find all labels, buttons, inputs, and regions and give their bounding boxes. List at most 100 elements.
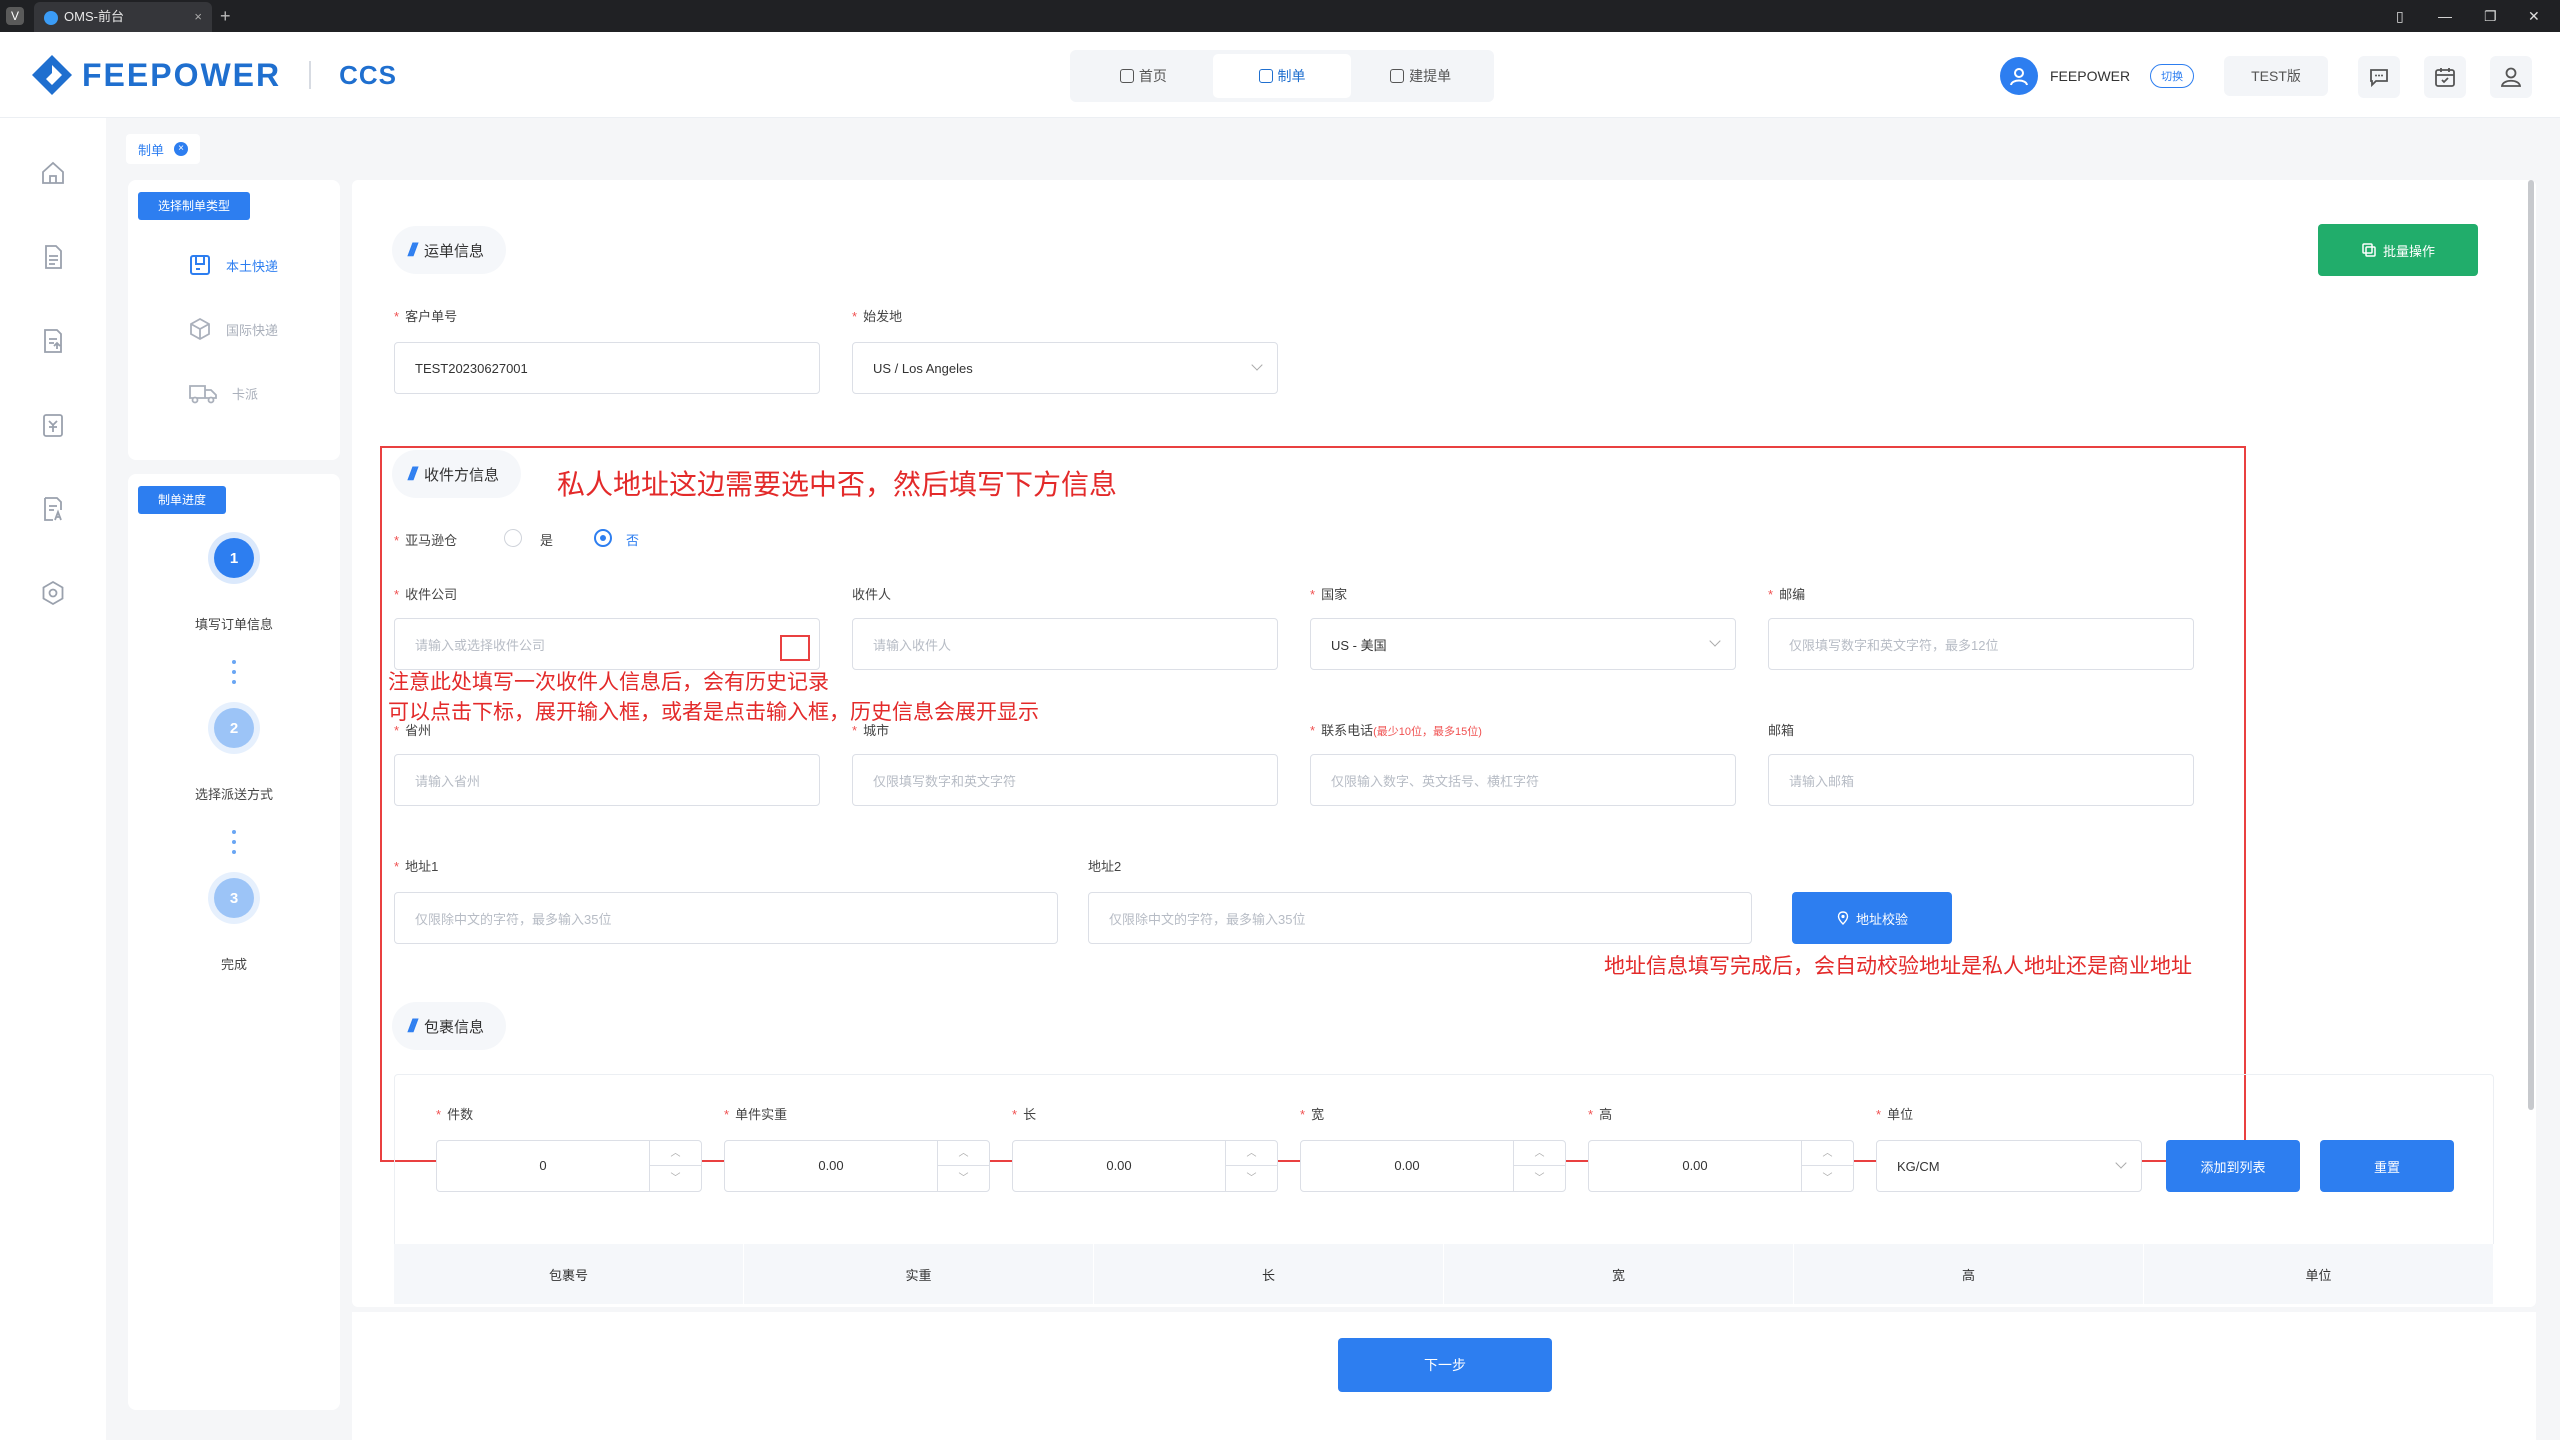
nav-create-bol-label: 建提单	[1409, 68, 1452, 84]
user-name: FEEPOWER	[2050, 68, 2131, 84]
document-icon[interactable]	[36, 240, 70, 274]
browser-tab[interactable]: OMS-前台 ×	[34, 2, 212, 32]
step-3-number: 3	[214, 878, 254, 918]
breadcrumb-close-icon[interactable]: ×	[174, 142, 189, 156]
annotation-title: 私人地址这边需要选中否，然后填写下方信息	[557, 469, 1118, 500]
step-1: 1	[208, 532, 260, 584]
home-icon[interactable]	[36, 156, 70, 190]
step-2: 2	[208, 702, 260, 754]
page-scrollbar[interactable]	[2528, 180, 2534, 1110]
step-connector	[231, 830, 237, 860]
batch-operation-button[interactable]: 批量操作	[2318, 224, 2478, 276]
grid-icon	[1119, 69, 1134, 83]
step-3-label: 完成	[220, 957, 247, 972]
type-local-express[interactable]: 本土快递	[188, 250, 278, 280]
settings-icon[interactable]	[36, 576, 70, 610]
pin-icon[interactable]: ▯	[2396, 0, 2404, 32]
unit-select[interactable]: KG/CM	[1876, 1140, 2142, 1192]
width-input[interactable]: 0.00 ︿ ﹀	[1300, 1140, 1566, 1192]
nav-create-bol[interactable]: 建提单	[1351, 54, 1490, 98]
report-icon[interactable]	[36, 492, 70, 526]
brand-name: FEEPOWER	[82, 56, 282, 93]
annotation-dropdown-highlight	[780, 635, 810, 661]
width-label: * 宽	[1300, 1107, 1325, 1122]
decrement-icon: ﹀	[670, 1173, 681, 1184]
increment-icon: ︿	[938, 1141, 989, 1166]
length-input[interactable]: 0.00 ︿ ﹀	[1012, 1140, 1278, 1192]
breadcrumb-tag[interactable]: 制单 ×	[126, 134, 201, 164]
weight-label: * 单件实重	[724, 1107, 788, 1122]
next-step-button[interactable]: 下一步	[1338, 1338, 1552, 1392]
left-sidebar	[0, 118, 106, 1440]
annotation-verify-note: 地址信息填写完成后，会自动校验地址是私人地址还是商业地址	[1604, 955, 2192, 978]
increment-icon: ︿	[1802, 1141, 1853, 1166]
decrement-icon: ﹀	[1246, 1173, 1257, 1184]
length-label: * 长	[1012, 1107, 1037, 1122]
type-international-express[interactable]: 国际快递	[188, 314, 278, 344]
order-form: ///运单信息 批量操作 * 客户单号 TEST20230627001 * 始发地 …	[352, 180, 2536, 1307]
step-1-label: 填写订单信息	[194, 617, 273, 632]
local-express-icon	[190, 255, 210, 275]
unit-label: * 单位	[1876, 1107, 1914, 1122]
app-icon: V	[6, 7, 24, 25]
nav-make-order[interactable]: 制单	[1212, 54, 1352, 98]
order-type-card: 选择制单类型 本土快递 国际快递 卡派	[128, 180, 340, 460]
annotation-frame	[380, 446, 2246, 1162]
app-header: FEEPOWER CCS 首页 制单 建提单 FEEPOWER 切换 TEST版	[0, 32, 2560, 118]
chevron-down-icon	[1251, 359, 1263, 371]
avatar[interactable]	[2000, 57, 2038, 95]
increment-icon: ︿	[1514, 1141, 1565, 1166]
step-connector	[231, 660, 237, 690]
switch-button[interactable]: 切换	[2150, 64, 2195, 88]
brand-divider	[309, 61, 312, 89]
height-label: * 高	[1588, 1107, 1613, 1122]
column-header: 实重	[744, 1244, 1094, 1304]
decrement-icon: ﹀	[1822, 1173, 1833, 1184]
increment-icon: ︿	[650, 1141, 701, 1166]
package-title: 包裹信息	[424, 1018, 485, 1036]
top-navigation: 首页 制单 建提单	[1070, 50, 1494, 102]
type-truck[interactable]: 卡派	[188, 378, 258, 408]
unit-value: KG/CM	[1897, 1158, 1940, 1174]
invoice-icon[interactable]	[36, 408, 70, 442]
nav-home[interactable]: 首页	[1074, 54, 1213, 98]
user-icon[interactable]	[2490, 56, 2532, 98]
decrement-icon: ﹀	[958, 1173, 969, 1184]
step-3: 3	[208, 872, 260, 924]
customer-no-input[interactable]: TEST20230627001	[394, 342, 820, 394]
feepower-logo-icon	[30, 53, 74, 97]
package-table-header: 包裹号 实重 长 宽 高 单位	[394, 1244, 2494, 1304]
origin-value: US / Los Angeles	[873, 360, 973, 376]
new-tab-icon[interactable]: +	[220, 0, 231, 32]
height-input[interactable]: 0.00 ︿ ﹀	[1588, 1140, 1854, 1192]
tab-close-icon[interactable]: ×	[194, 2, 202, 32]
footer-bar: 下一步	[352, 1312, 2536, 1440]
decrement-icon: ﹀	[1534, 1173, 1545, 1184]
step-2-number: 2	[214, 708, 254, 748]
tab-title: OMS-前台	[64, 9, 124, 24]
add-to-list-button[interactable]: 添加到列表	[2166, 1140, 2300, 1192]
pieces-input[interactable]: 0 ︿ ﹀	[436, 1140, 702, 1192]
batch-operation-label: 批量操作	[2382, 243, 2435, 259]
product-name: CCS	[339, 59, 398, 90]
window-close-icon[interactable]: ✕	[2528, 0, 2540, 32]
column-header: 宽	[1444, 1244, 1794, 1304]
order-type-header: 选择制单类型	[138, 192, 251, 220]
brand-logo[interactable]: FEEPOWER CCS	[30, 52, 397, 98]
message-icon[interactable]	[2358, 56, 2400, 98]
nav-make-order-label: 制单	[1277, 68, 1306, 84]
reset-button[interactable]: 重置	[2320, 1140, 2454, 1192]
minimize-icon[interactable]: —	[2438, 0, 2452, 32]
step-2-label: 选择派送方式	[194, 787, 273, 802]
upload-icon[interactable]	[36, 324, 70, 358]
type-international-express-label: 国际快递	[226, 322, 279, 338]
restore-icon[interactable]: ❐	[2484, 0, 2497, 32]
origin-select[interactable]: US / Los Angeles	[852, 342, 1278, 394]
weight-input[interactable]: 0.00 ︿ ﹀	[724, 1140, 990, 1192]
origin-label: * 始发地	[852, 309, 903, 324]
annotation-hint-line1: 注意此处填写一次收件人信息后，会有历史记录	[388, 671, 829, 694]
calendar-icon[interactable]	[2424, 56, 2466, 98]
increment-icon: ︿	[1226, 1141, 1277, 1166]
browser-titlebar: V OMS-前台 × + ▯ — ❐ ✕	[0, 0, 2560, 32]
progress-card: 制单进度 1 填写订单信息 2 选择派送方式 3 完成	[128, 474, 340, 1410]
